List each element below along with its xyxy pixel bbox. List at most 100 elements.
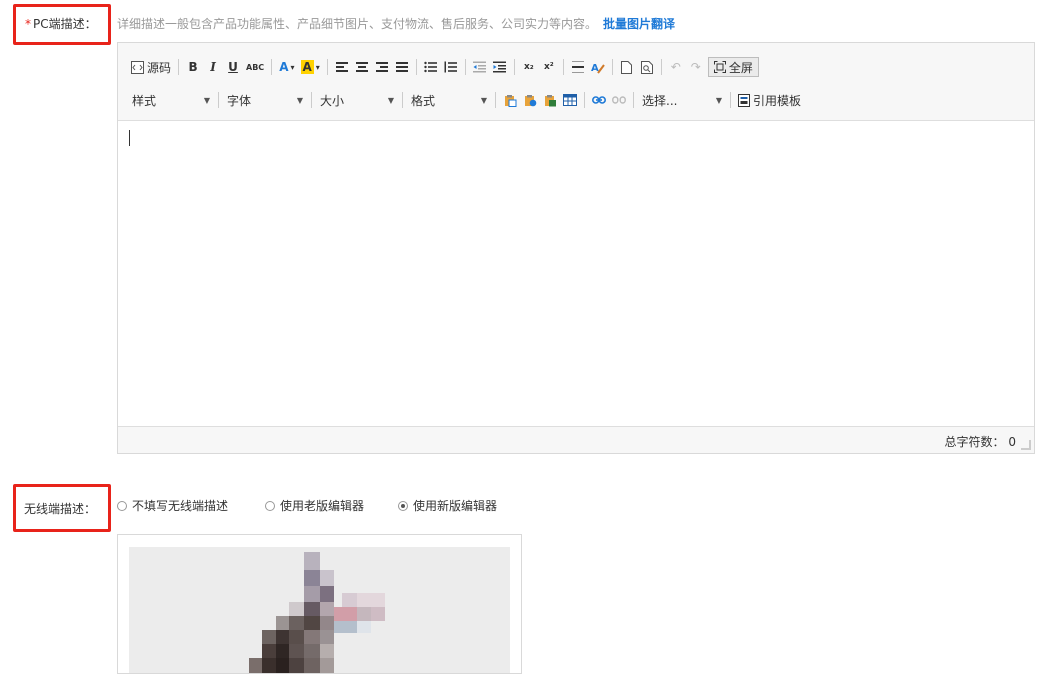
chevron-down-icon: ▼ [296,95,303,105]
select-dropdown[interactable]: 选择... ▼ [638,89,726,111]
preview-icon [640,60,653,74]
toolbar-divider [326,59,328,75]
font-color-caret-icon: ▾ [290,62,295,72]
font-dropdown[interactable]: 字体 ▼ [223,89,307,111]
batch-image-translate-link[interactable]: 批量图片翻译 [603,17,675,31]
toolbar-divider [311,92,312,108]
source-button-label: 源码 [147,60,172,75]
toolbar-divider [495,92,496,108]
size-dropdown[interactable]: 大小 ▼ [316,89,398,111]
table-icon [563,94,577,106]
text-caret [129,130,130,146]
toolbar-divider [513,59,515,75]
numbered-list-icon [444,61,458,73]
toolbar-divider [415,59,417,75]
new-page-button[interactable] [617,56,637,78]
template-icon [738,93,750,107]
insert-link-button[interactable] [589,89,609,111]
chevron-down-icon: ▼ [203,95,210,105]
indent-button[interactable] [490,56,510,78]
unlink-button[interactable] [609,89,629,111]
editor-toolbar: 源码 B I U ABC A ▾ A ▾ x₂ x² A ↶ ↷ 全屏 样式 ▼… [118,43,1034,121]
radio-label: 使用老版编辑器 [280,499,365,513]
align-left-icon [335,62,348,72]
horizontal-rule-button[interactable] [568,56,588,78]
underline-button[interactable]: U [223,56,243,78]
numbered-list-button[interactable] [441,56,461,78]
char-count: 总字符数： 0 [945,433,1016,450]
chevron-down-icon: ▼ [480,95,487,105]
bold-button[interactable]: B [183,56,203,78]
font-color-button[interactable]: A ▾ [276,56,297,78]
pc-desc-hint: 详细描述一般包含产品功能属性、产品细节图片、支付物流、售后服务、公司实力等内容。… [117,15,675,32]
bulleted-list-button[interactable] [421,56,441,78]
size-dropdown-label: 大小 [320,93,345,108]
resize-handle-icon[interactable] [1021,440,1031,450]
format-dropdown[interactable]: 格式 ▼ [407,89,491,111]
link-icon [592,96,606,104]
radio-new-editor[interactable]: 使用新版编辑器 [398,497,497,514]
radio-no-mobile-desc[interactable]: 不填写无线端描述 [117,497,228,514]
italic-button[interactable]: I [203,56,223,78]
insert-template-label: 引用模板 [753,93,802,108]
paste-button[interactable] [500,89,520,111]
unlink-icon [612,96,626,104]
strikethrough-button[interactable]: ABC [243,56,267,78]
superscript-button[interactable]: x² [539,56,559,78]
source-code-icon [131,60,144,74]
toolbar-divider [730,92,731,108]
align-left-button[interactable] [332,56,352,78]
product-image-pixelated [129,547,510,673]
align-justify-button[interactable] [392,56,412,78]
align-center-icon [355,62,368,72]
paste-icon [504,94,516,107]
style-dropdown-label: 样式 [132,93,157,108]
redo-button[interactable]: ↷ [686,56,706,78]
radio-circle-selected-icon [398,500,408,511]
fullscreen-button[interactable]: 全屏 [707,57,759,77]
outdent-button[interactable] [470,56,490,78]
pc-rich-text-editor: 源码 B I U ABC A ▾ A ▾ x₂ x² A ↶ ↷ 全屏 样式 ▼… [117,42,1035,454]
subscript-button[interactable]: x₂ [519,56,539,78]
insert-template-button[interactable]: 引用模板 [735,89,804,111]
toolbar-divider [584,92,585,108]
redo-icon: ↷ [690,60,701,74]
clear-format-button[interactable]: A [588,56,608,78]
char-count-label: 总字符数： [944,435,1005,449]
table-button[interactable] [560,89,580,111]
required-mark: * [25,17,31,31]
paste-word-button[interactable] [540,89,560,111]
background-color-button[interactable]: A ▾ [298,56,323,78]
preview-button[interactable] [637,56,657,78]
source-button[interactable]: 源码 [128,56,174,78]
style-dropdown[interactable]: 样式 ▼ [128,89,214,111]
align-right-icon [375,62,388,72]
radio-circle-icon [265,500,275,511]
chevron-down-icon: ▼ [715,95,722,105]
radio-label: 不填写无线端描述 [132,499,229,513]
align-right-button[interactable] [372,56,392,78]
toolbar-divider [271,59,273,75]
editor-status-bar: 总字符数： 0 [118,426,1034,453]
toolbar-row-1: 源码 B I U ABC A ▾ A ▾ x₂ x² A ↶ ↷ 全屏 [128,55,759,79]
radio-label: 使用新版编辑器 [413,499,498,513]
fullscreen-label: 全屏 [728,60,753,75]
undo-button[interactable]: ↶ [666,56,686,78]
align-center-button[interactable] [352,56,372,78]
horizontal-rule-icon [571,61,584,73]
editor-content-area[interactable] [118,121,1034,427]
mobile-desc-preview[interactable] [117,534,522,674]
bulleted-list-icon [424,61,438,73]
undo-icon: ↶ [670,60,681,74]
indent-icon [493,61,507,73]
background-color-caret-icon: ▾ [315,62,320,72]
new-page-icon [621,60,633,74]
char-count-value: 0 [1008,435,1016,449]
paste-text-icon [524,94,536,106]
paste-text-button[interactable] [520,89,540,111]
select-dropdown-label: 选择... [642,93,678,108]
paste-word-icon [544,94,556,106]
fullscreen-icon [713,61,726,73]
radio-old-editor[interactable]: 使用老版编辑器 [265,497,364,514]
toolbar-divider [660,59,662,75]
